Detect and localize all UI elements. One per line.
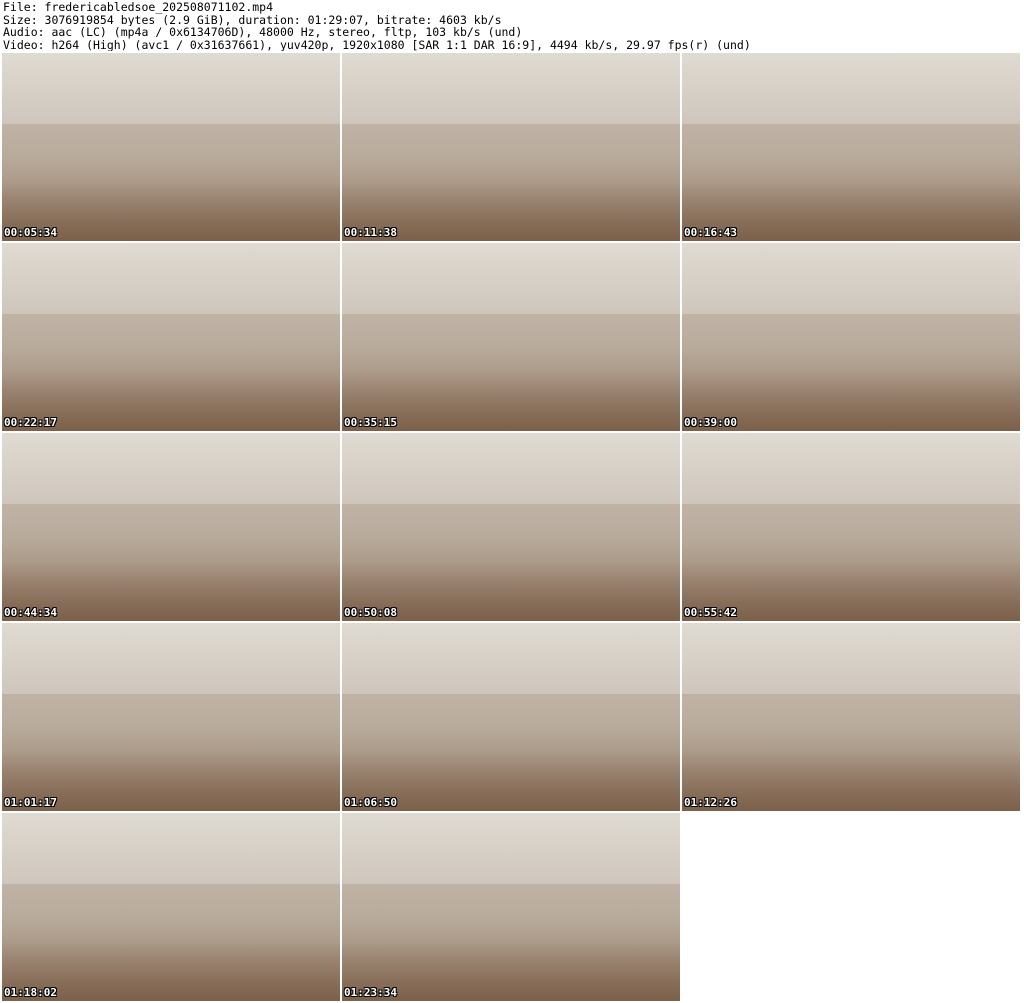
thumbnail-timestamp: 00:39:00 <box>684 416 737 429</box>
video-thumbnail: 00:35:15 <box>342 243 680 431</box>
thumbnail-timestamp: 00:35:15 <box>344 416 397 429</box>
video-thumbnail: 00:55:42 <box>682 433 1020 621</box>
thumbnail-grid: 00:05:34 00:11:38 00:16:43 00:22:17 00:3… <box>2 53 1022 1001</box>
video-thumbnail: 01:23:34 <box>342 813 680 1001</box>
thumbnail-timestamp: 00:16:43 <box>684 226 737 239</box>
video-thumbnail: 01:06:50 <box>342 623 680 811</box>
thumbnail-timestamp: 00:50:08 <box>344 606 397 619</box>
video-thumbnail: 00:05:34 <box>2 53 340 241</box>
thumbnail-timestamp: 01:01:17 <box>4 796 57 809</box>
video-thumbnail: 00:16:43 <box>682 53 1020 241</box>
audio-info-line: Audio: aac (LC) (mp4a / 0x6134706D), 480… <box>3 26 523 39</box>
video-info-line: Video: h264 (High) (avc1 / 0x31637661), … <box>3 38 751 51</box>
video-thumbnail: 00:50:08 <box>342 433 680 621</box>
thumbnail-timestamp: 00:05:34 <box>4 226 57 239</box>
thumbnail-timestamp: 00:44:34 <box>4 606 57 619</box>
video-thumbnail: 00:39:00 <box>682 243 1020 431</box>
thumbnail-timestamp: 01:23:34 <box>344 986 397 999</box>
thumbnail-timestamp: 01:06:50 <box>344 796 397 809</box>
file-name-line: File: fredericabledsoe_202508071102.mp4 <box>3 1 274 14</box>
video-thumbnail: 01:12:26 <box>682 623 1020 811</box>
video-thumbnail: 00:44:34 <box>2 433 340 621</box>
thumbnail-timestamp: 00:22:17 <box>4 416 57 429</box>
thumbnail-timestamp: 00:55:42 <box>684 606 737 619</box>
video-thumbnail: 00:11:38 <box>342 53 680 241</box>
thumbnail-timestamp: 01:12:26 <box>684 796 737 809</box>
thumbnail-timestamp: 00:11:38 <box>344 226 397 239</box>
file-size-line: Size: 3076919854 bytes (2.9 GiB), durati… <box>3 13 502 26</box>
file-info-header: File: fredericabledsoe_202508071102.mp4 … <box>3 1 1021 51</box>
video-thumbnail: 01:01:17 <box>2 623 340 811</box>
video-thumbnail: 00:22:17 <box>2 243 340 431</box>
video-thumbnail: 01:18:02 <box>2 813 340 1001</box>
thumbnail-timestamp: 01:18:02 <box>4 986 57 999</box>
